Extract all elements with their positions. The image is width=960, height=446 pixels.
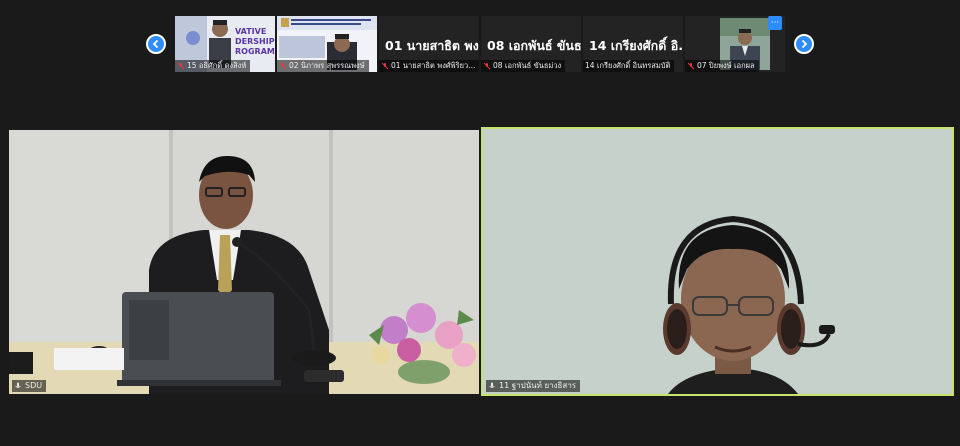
participant-name: 02 นิภาพร สุพรรณพงษ์ xyxy=(289,61,365,70)
participant-name-label: SDU xyxy=(12,380,47,392)
participant-thumbnail[interactable]: 14 เกรียงศักดิ์ อิ... 14 เกรียงศักดิ์ อิ… xyxy=(583,16,683,72)
participant-name-label: 15 อธิศักดิ์ ดงสิงห์ xyxy=(175,60,251,72)
participant-name: SDU xyxy=(25,381,43,390)
participant-name: 07 ปิยพงษ์ เอกผล xyxy=(697,61,755,70)
chevron-right-icon xyxy=(801,39,808,49)
participant-name-label: 02 นิภาพร สุพรรณพงษ์ xyxy=(277,60,369,72)
video-tile-presenter[interactable]: SDU xyxy=(9,130,479,394)
more-options-button[interactable]: ··· xyxy=(768,16,782,30)
more-icon: ··· xyxy=(770,17,780,28)
participant-thumbnail[interactable]: VATIVE DERSHIP ROGRAM 15 อธิศักดิ์ ดงสิง… xyxy=(175,16,275,72)
video-tile-active-speaker[interactable]: 11 ฐาปนันท์ ยางธิสาร xyxy=(481,127,954,396)
microphone-icon xyxy=(15,382,21,388)
participant-name: 01 นายสาธิต พงศ์พิริยว... xyxy=(391,61,476,70)
participant-video xyxy=(9,130,479,394)
previous-page-button[interactable] xyxy=(146,34,166,54)
participant-name: 08 เอกพันธ์ ขันธม่วง xyxy=(493,61,562,70)
microphone-icon xyxy=(489,382,495,388)
mic-off-icon xyxy=(483,62,491,70)
participant-thumbnail[interactable]: 01 นายสาธิต พง... 01 นายสาธิต พงศ์พิริยว… xyxy=(379,16,479,72)
participant-name: 15 อธิศักดิ์ ดงสิงห์ xyxy=(187,61,247,70)
participant-name-label: 11 ฐาปนันท์ ยางธิสาร xyxy=(486,380,581,392)
participant-name-label: 01 นายสาธิต พงศ์พิริยว... xyxy=(379,60,479,72)
chevron-left-icon xyxy=(152,39,159,49)
participant-name-label: 08 เอกพันธ์ ขันธม่วง xyxy=(481,60,566,72)
participant-thumbnail[interactable]: 08 เอกพันธ์ ขันธ... 08 เอกพันธ์ ขันธม่วง xyxy=(481,16,581,72)
participant-name-placeholder: 14 เกรียงศักดิ์ อิ... xyxy=(589,38,683,53)
participant-name: 14 เกรียงศักดิ์ อินทรสมบัติ xyxy=(585,61,671,70)
banner-text: VATIVE DERSHIP ROGRAM xyxy=(235,27,275,56)
mic-off-icon xyxy=(279,62,287,70)
mic-off-icon xyxy=(687,62,695,70)
mic-off-icon xyxy=(177,62,185,70)
participant-video xyxy=(483,129,952,394)
participant-name-placeholder: 01 นายสาธิต พง... xyxy=(385,38,479,53)
mic-off-icon xyxy=(381,62,389,70)
participant-name-label: 07 ปิยพงษ์ เอกผล xyxy=(685,60,759,72)
participant-name: 11 ฐาปนันท์ ยางธิสาร xyxy=(499,381,577,390)
next-page-button[interactable] xyxy=(794,34,814,54)
participant-name-placeholder: 08 เอกพันธ์ ขันธ... xyxy=(487,38,581,53)
participant-filmstrip: VATIVE DERSHIP ROGRAM 15 อธิศักดิ์ ดงสิง… xyxy=(175,16,785,72)
participant-name-label: 14 เกรียงศักดิ์ อินทรสมบัติ xyxy=(583,60,675,72)
participant-thumbnail[interactable]: 02 นิภาพร สุพรรณพงษ์ xyxy=(277,16,377,72)
